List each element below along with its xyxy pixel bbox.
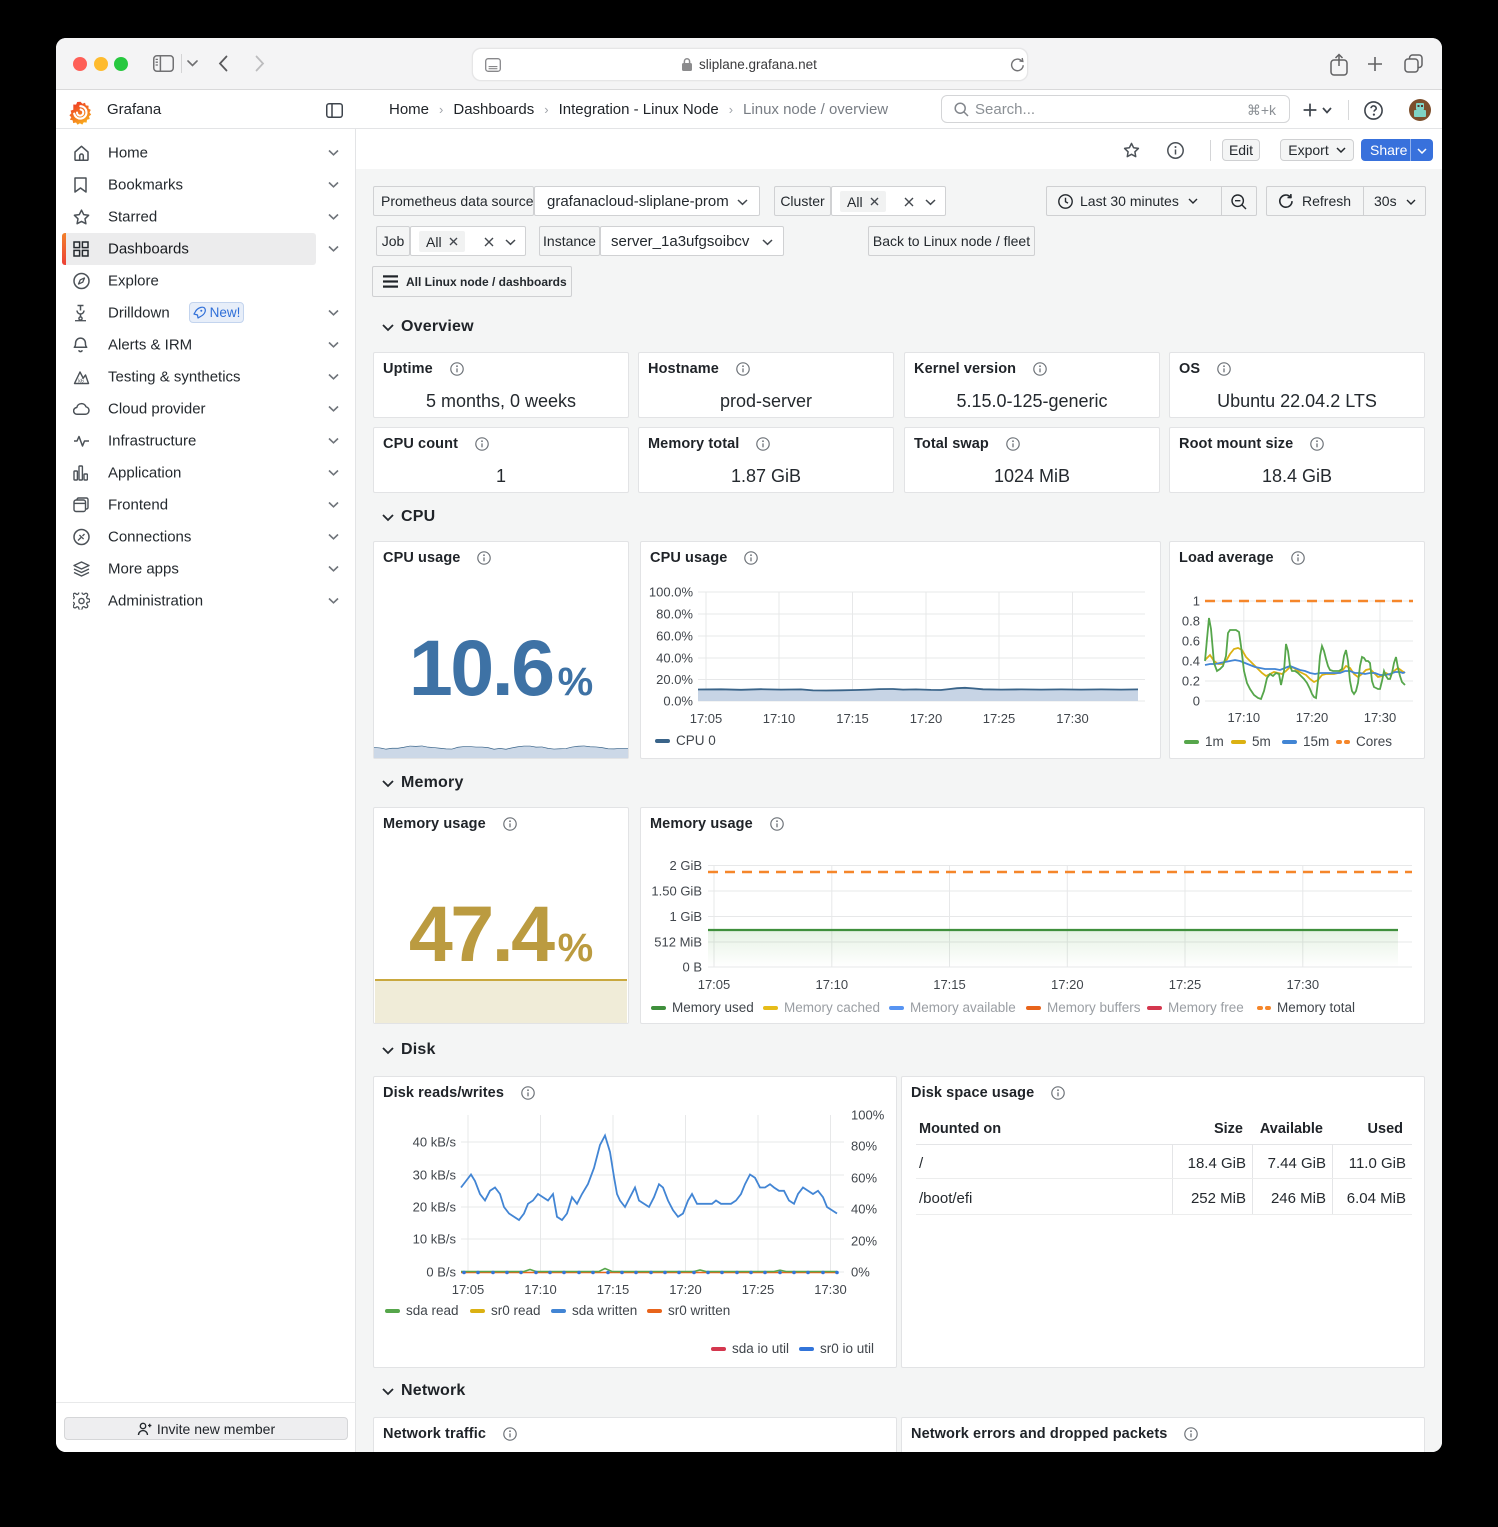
svg-text:17:10: 17:10 — [524, 1282, 557, 1297]
svg-text:0.8: 0.8 — [1182, 614, 1200, 629]
svg-text:2 GiB: 2 GiB — [669, 858, 702, 873]
svg-text:17:30: 17:30 — [1287, 977, 1320, 992]
svg-text:17:30: 17:30 — [1056, 711, 1089, 726]
svg-text:60%: 60% — [851, 1171, 877, 1186]
svg-text:17:30: 17:30 — [1364, 710, 1397, 725]
svg-text:17:15: 17:15 — [597, 1282, 630, 1297]
svg-text:17:20: 17:20 — [1051, 977, 1084, 992]
svg-text:80.0%: 80.0% — [656, 607, 693, 622]
svg-text:17:25: 17:25 — [983, 711, 1016, 726]
svg-text:0%: 0% — [851, 1265, 870, 1280]
svg-text:17:20: 17:20 — [910, 711, 943, 726]
svg-text:40 kB/s: 40 kB/s — [413, 1135, 457, 1150]
svg-text:60.0%: 60.0% — [656, 629, 693, 644]
svg-text:40%: 40% — [851, 1202, 877, 1217]
svg-text:0.0%: 0.0% — [663, 694, 693, 709]
svg-text:10 kB/s: 10 kB/s — [413, 1232, 457, 1247]
svg-text:1: 1 — [1193, 594, 1200, 609]
svg-text:20 kB/s: 20 kB/s — [413, 1200, 457, 1215]
svg-text:17:15: 17:15 — [836, 711, 869, 726]
svg-text:17:05: 17:05 — [452, 1282, 485, 1297]
svg-text:40.0%: 40.0% — [656, 651, 693, 666]
svg-text:0.6: 0.6 — [1182, 634, 1200, 649]
svg-text:17:10: 17:10 — [1228, 710, 1261, 725]
svg-text:80%: 80% — [851, 1139, 877, 1154]
svg-text:k6: k6 — [78, 378, 84, 384]
svg-text:17:30: 17:30 — [814, 1282, 847, 1297]
svg-text:100.0%: 100.0% — [649, 585, 694, 600]
svg-text:17:25: 17:25 — [1169, 977, 1202, 992]
svg-text:512 MiB: 512 MiB — [654, 935, 702, 950]
svg-text:17:20: 17:20 — [1296, 710, 1329, 725]
svg-text:17:10: 17:10 — [763, 711, 796, 726]
svg-text:17:20: 17:20 — [669, 1282, 702, 1297]
svg-text:17:05: 17:05 — [698, 977, 731, 992]
svg-text:1 GiB: 1 GiB — [669, 909, 702, 924]
svg-text:0: 0 — [1193, 694, 1200, 709]
svg-text:17:05: 17:05 — [690, 711, 723, 726]
svg-text:30 kB/s: 30 kB/s — [413, 1168, 457, 1183]
svg-text:20.0%: 20.0% — [656, 672, 693, 687]
svg-text:0.4: 0.4 — [1182, 654, 1200, 669]
svg-text:100%: 100% — [851, 1108, 885, 1123]
svg-text:0 B/s: 0 B/s — [426, 1265, 456, 1280]
svg-text:0.2: 0.2 — [1182, 674, 1200, 689]
svg-text:1.50 GiB: 1.50 GiB — [651, 884, 702, 899]
svg-text:0 B: 0 B — [682, 960, 702, 975]
svg-text:17:10: 17:10 — [816, 977, 849, 992]
svg-text:20%: 20% — [851, 1234, 877, 1249]
svg-text:17:15: 17:15 — [933, 977, 966, 992]
svg-text:17:25: 17:25 — [742, 1282, 775, 1297]
